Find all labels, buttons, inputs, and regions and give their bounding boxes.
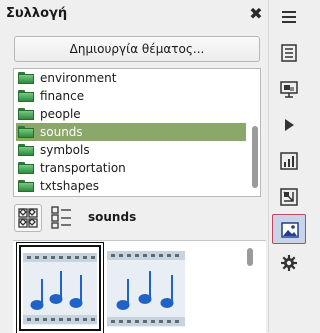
theme-item-label: people	[40, 107, 81, 121]
theme-item-label: symbols	[40, 143, 90, 157]
sidebar-settings-button[interactable]	[272, 248, 306, 278]
sidebar-animation-button[interactable]	[272, 110, 306, 140]
theme-item-symbols[interactable]: symbols	[16, 141, 246, 159]
sidebar-master-slides-button[interactable]	[272, 146, 306, 176]
theme-item-label: environment	[40, 71, 117, 85]
slide-transition-icon	[280, 81, 298, 98]
theme-list: environment finance people sounds symbol…	[13, 68, 261, 197]
theme-item-environment[interactable]: environment	[16, 69, 246, 87]
current-theme-label: sounds	[88, 210, 137, 224]
panel-title: Συλλογή	[6, 6, 68, 21]
sidebar-navigator-button[interactable]	[272, 182, 306, 212]
gallery-item-2[interactable]	[105, 245, 187, 331]
music-notes-icon	[23, 249, 97, 327]
menu-icon	[282, 11, 296, 23]
theme-item-label: txtshapes	[40, 179, 99, 193]
gallery-items	[13, 240, 266, 333]
sidebar-properties-button[interactable]	[272, 38, 306, 68]
folder-icon	[18, 162, 34, 174]
theme-list-scrollbar[interactable]	[252, 71, 258, 194]
theme-item-label: transportation	[40, 161, 126, 175]
folder-icon	[18, 108, 34, 120]
folder-icon	[18, 180, 34, 192]
music-notes-icon	[107, 251, 185, 327]
theme-item-finance[interactable]: finance	[16, 87, 246, 105]
properties-icon	[281, 44, 297, 62]
panel-titlebar: Συλλογή ✖	[0, 0, 268, 30]
icon-view-button[interactable]	[14, 204, 42, 232]
animation-icon	[285, 119, 294, 131]
icon-view-icon	[18, 208, 38, 228]
sidebar-menu-button[interactable]	[272, 2, 306, 32]
sidebar-deck	[268, 0, 310, 332]
master-slides-icon	[280, 152, 298, 170]
sidebar-gallery-button[interactable]	[272, 214, 306, 244]
theme-item-sounds[interactable]: sounds	[16, 123, 246, 141]
detail-view-icon	[51, 206, 71, 229]
gallery-icon	[281, 222, 299, 238]
folder-icon	[18, 144, 34, 156]
detail-view-button[interactable]	[48, 204, 76, 232]
folder-icon	[18, 72, 34, 84]
theme-item-label: sounds	[40, 125, 83, 139]
theme-item-label: finance	[40, 89, 85, 103]
folder-icon	[18, 90, 34, 102]
gallery-panel: Συλλογή ✖ Δημιουργία θέματος... environm…	[0, 0, 268, 333]
close-icon[interactable]: ✖	[246, 3, 266, 25]
theme-item-transportation[interactable]: transportation	[16, 159, 246, 177]
theme-item-txtshapes[interactable]: txtshapes	[16, 177, 246, 195]
gallery-scrollbar[interactable]	[247, 248, 253, 332]
new-theme-button[interactable]: Δημιουργία θέματος...	[14, 36, 260, 62]
sidebar-slide-transition-button[interactable]	[272, 74, 306, 104]
theme-item-people[interactable]: people	[16, 105, 246, 123]
navigator-icon	[280, 188, 298, 206]
settings-icon	[281, 255, 297, 271]
gallery-item-1[interactable]	[16, 242, 104, 333]
view-toolbar: sounds	[14, 204, 264, 234]
folder-icon	[18, 126, 34, 138]
